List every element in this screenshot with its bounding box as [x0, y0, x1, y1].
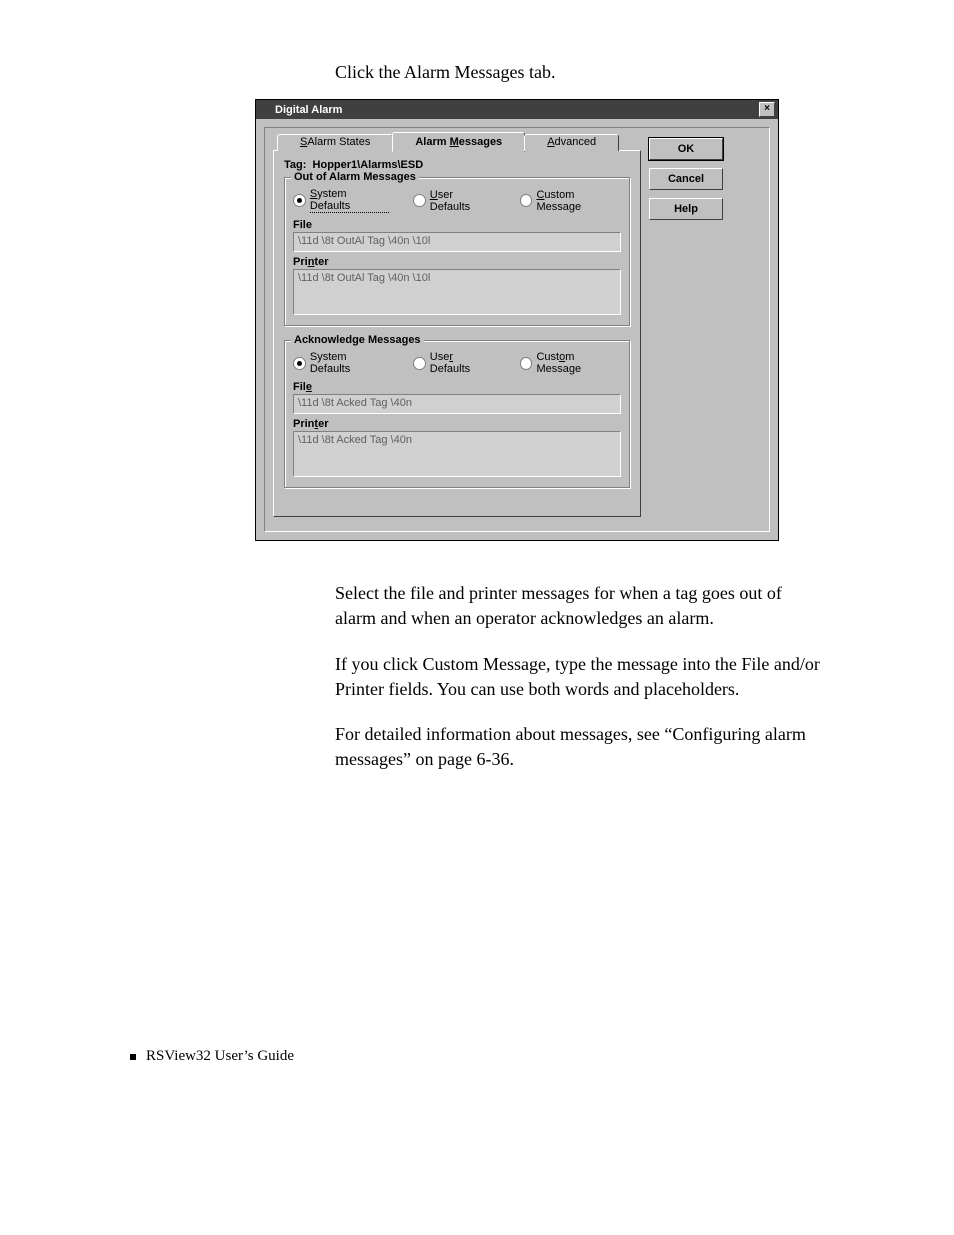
- titlebar: Digital Alarm ×: [256, 100, 778, 119]
- acknowledge-group: Acknowledge Messages System DefaultsSyst…: [284, 340, 630, 488]
- paragraph-3: For detailed information about messages,…: [335, 722, 824, 772]
- paragraph-1: Select the file and printer messages for…: [335, 581, 824, 631]
- radio-icon: [520, 357, 533, 370]
- bullet-icon: [130, 1054, 136, 1060]
- out-file-field[interactable]: \11d \8t OutAl Tag \40n \10l: [293, 232, 621, 252]
- out-system-defaults-radio[interactable]: System DefaultsSystem Defaults: [293, 188, 389, 213]
- radio-icon: [413, 357, 426, 370]
- cancel-button[interactable]: Cancel: [649, 168, 723, 190]
- out-group-title: Out of Alarm Messages: [291, 171, 419, 183]
- dialog-title: Digital Alarm: [275, 104, 342, 116]
- radio-icon: [293, 357, 306, 370]
- out-file-label: File: [293, 219, 621, 231]
- tab-advanced[interactable]: AdvancedAdvanced: [524, 134, 619, 151]
- tab-row: S/*noop*/Alarm SAlarm Statestates Alarm …: [277, 132, 641, 151]
- ack-file-label: FileFile: [293, 381, 621, 393]
- tag-line: Tag: Hopper1\Alarms\ESD: [284, 159, 630, 171]
- page-footer: RSView32 User’s Guide: [130, 1048, 294, 1065]
- out-printer-label: PrinterPrinter: [293, 256, 621, 268]
- tab-alarm-messages[interactable]: Alarm MessagesAlarm Messages: [392, 132, 525, 152]
- intro-text: Click the Alarm Messages tab.: [335, 60, 824, 85]
- sysmenu-icon[interactable]: [259, 104, 271, 116]
- radio-icon: [293, 194, 306, 207]
- ack-group-title: Acknowledge Messages: [291, 334, 424, 346]
- help-button[interactable]: Help: [649, 198, 723, 220]
- paragraph-2: If you click Custom Message, type the me…: [335, 652, 824, 702]
- footer-text: RSView32 User’s Guide: [146, 1048, 294, 1065]
- ack-system-defaults-radio[interactable]: System DefaultsSystem Defaults: [293, 351, 389, 375]
- digital-alarm-dialog: Digital Alarm × S/*noop*/Alarm SAlarm St…: [255, 99, 779, 541]
- ack-printer-label: PrinterPrinter: [293, 418, 621, 430]
- ack-custom-message-radio[interactable]: Custom MessageCustom Message: [520, 351, 621, 375]
- out-of-alarm-group: Out of Alarm Messages System DefaultsSys…: [284, 177, 630, 326]
- tab-alarm-states[interactable]: S/*noop*/Alarm SAlarm Statestates: [277, 134, 393, 151]
- out-custom-message-radio[interactable]: Custom MessageCustom Message: [520, 188, 621, 213]
- radio-icon: [413, 194, 426, 207]
- tab-content: Tag: Hopper1\Alarms\ESD Out of Alarm Mes…: [273, 150, 641, 517]
- radio-icon: [520, 194, 533, 207]
- ok-button[interactable]: OK: [649, 138, 723, 160]
- ack-printer-field[interactable]: \11d \8t Acked Tag \40n: [293, 431, 621, 477]
- ack-file-field[interactable]: \11d \8t Acked Tag \40n: [293, 394, 621, 414]
- out-printer-field[interactable]: \11d \8t OutAl Tag \40n \10l: [293, 269, 621, 315]
- ack-user-defaults-radio[interactable]: User DefaultsUser Defaults: [413, 351, 496, 375]
- out-user-defaults-radio[interactable]: User DefaultsUser Defaults: [413, 188, 496, 213]
- close-icon[interactable]: ×: [759, 102, 775, 117]
